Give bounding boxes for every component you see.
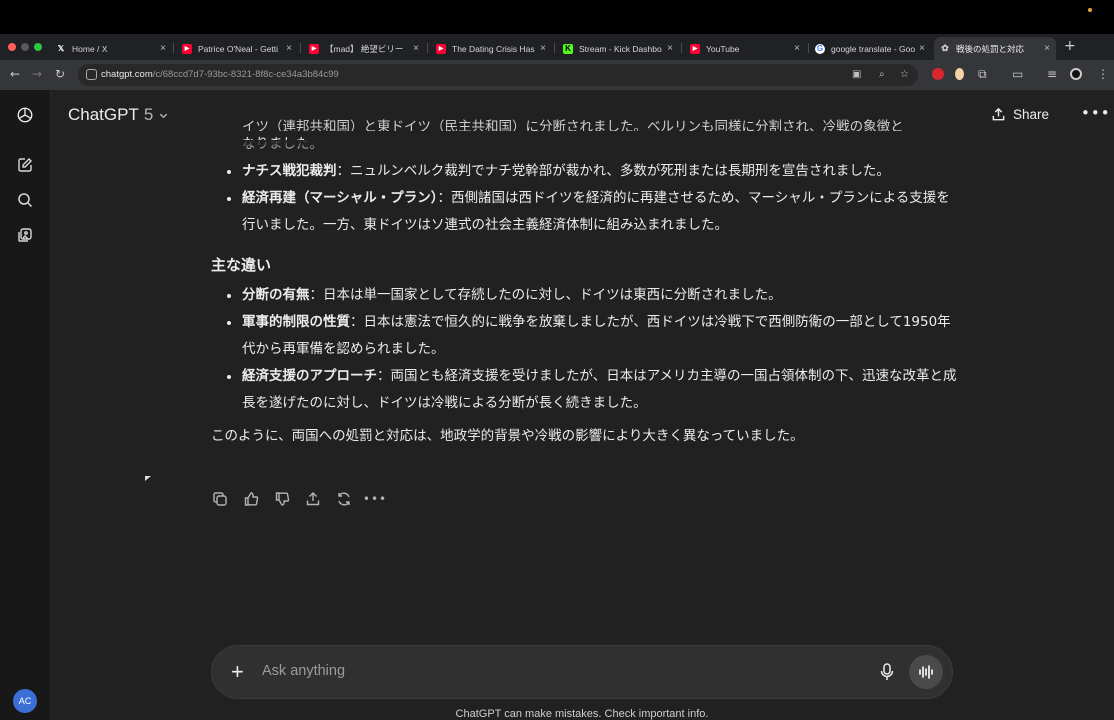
voice-mode-button[interactable] xyxy=(909,655,943,689)
regenerate-icon[interactable] xyxy=(335,490,353,508)
close-window-button[interactable] xyxy=(8,43,16,51)
new-tab-button[interactable]: + xyxy=(1064,38,1076,54)
close-tab-icon[interactable]: × xyxy=(919,43,925,54)
extensions-puzzle-icon[interactable]: ⧉ xyxy=(978,67,987,82)
url-host: chatgpt.com xyxy=(101,69,153,80)
share-message-icon[interactable] xyxy=(304,490,322,508)
copy-icon[interactable] xyxy=(211,490,229,508)
back-icon[interactable]: ← xyxy=(10,67,20,81)
library-icon[interactable] xyxy=(16,226,34,244)
tab-chatgpt-active[interactable]: ✿ 戦後の処罰と対応 × xyxy=(934,37,1056,60)
tab-kick-dashboard[interactable]: K Stream - Kick Dashbo × xyxy=(557,37,679,60)
new-chat-icon[interactable] xyxy=(16,156,34,174)
tab-home-x[interactable]: 𝕏 Home / X × xyxy=(50,37,172,60)
site-info-icon[interactable] xyxy=(86,69,97,80)
share-label: Share xyxy=(1013,107,1050,122)
bookmark-star-icon[interactable]: ☆ xyxy=(900,69,909,80)
close-tab-icon[interactable]: × xyxy=(667,43,673,54)
tab-dating-crisis[interactable]: ▶ The Dating Crisis Has × xyxy=(430,37,552,60)
add-attachment-button[interactable]: + xyxy=(231,659,244,685)
mouse-cursor-icon xyxy=(145,476,151,481)
tab-mad[interactable]: ▶ 【mad】 絶望ビリー × xyxy=(303,37,425,60)
close-tab-icon[interactable]: × xyxy=(794,43,800,54)
youtube-icon: ▶ xyxy=(309,43,319,54)
status-dot xyxy=(1088,8,1092,12)
disclaimer-text: ChatGPT can make mistakes. Check importa… xyxy=(455,708,709,720)
search-icon[interactable] xyxy=(16,191,34,209)
conclusion-paragraph: このように、両国への処罰と対応は、地政学的背景や冷戦の影響により大きく異なってい… xyxy=(211,428,804,444)
extension-egg-icon[interactable] xyxy=(955,68,964,80)
prompt-input[interactable] xyxy=(262,663,842,679)
tab-youtube[interactable]: ▶ YouTube × xyxy=(684,37,806,60)
tab-patrice-oneal[interactable]: ▶ Patrice O'Neal - Getti × xyxy=(176,37,298,60)
more-options-icon[interactable]: ••• xyxy=(1081,104,1111,122)
youtube-icon: ▶ xyxy=(436,43,446,54)
assistant-message: イツ（連邦共和国）と東ドイツ（民主共和国）に分断されました。ベルリンも同様に分割… xyxy=(211,119,961,450)
google-icon: G xyxy=(815,43,825,54)
model-name: ChatGPT xyxy=(68,105,139,124)
close-tab-icon[interactable]: × xyxy=(286,43,292,54)
tab-strip: 𝕏 Home / X × ▶ Patrice O'Neal - Getti × … xyxy=(0,34,1114,60)
close-tab-icon[interactable]: × xyxy=(540,43,546,54)
close-tab-icon[interactable]: × xyxy=(413,43,419,54)
germany-bullet-list: ナチス戦犯裁判：ニュルンベルク裁判でナチ党幹部が裁かれ、多数が死刑または長期刑を… xyxy=(211,158,961,239)
model-selector[interactable]: ChatGPT 5 xyxy=(68,105,169,125)
microphone-icon[interactable] xyxy=(879,662,895,682)
youtube-icon: ▶ xyxy=(690,43,700,54)
translate-page-icon[interactable]: ▣ xyxy=(852,69,861,80)
x-logo-icon: 𝕏 xyxy=(57,44,65,53)
model-version: 5 xyxy=(143,105,154,124)
list-item: 軍事的制限の性質：日本は憲法で恒久的に戦争を放棄しましたが、西ドイツは冷戦下で西… xyxy=(227,309,961,363)
chevron-down-icon xyxy=(160,113,168,118)
chatgpt-icon: ✿ xyxy=(941,43,949,53)
media-controls-icon[interactable]: ≡ xyxy=(1047,67,1057,81)
forward-icon[interactable]: → xyxy=(32,67,42,81)
thumbs-up-icon[interactable] xyxy=(242,490,260,508)
profile-avatar-icon[interactable] xyxy=(1070,68,1082,80)
partial-line-1: イツ（連邦共和国）と東ドイツ（民主共和国）に分断されました。ベルリンも同様に分割… xyxy=(242,119,904,131)
address-toolbar: ← → ↻ chatgpt.com/c/68ccd7d7-93bc-8321-8… xyxy=(0,60,1114,90)
share-icon xyxy=(992,107,1005,121)
section-heading: 主な違い xyxy=(211,256,272,274)
fullscreen-window-button[interactable] xyxy=(34,43,42,51)
more-actions-icon[interactable]: ••• xyxy=(363,490,386,508)
composer: + xyxy=(211,645,953,699)
close-tab-icon[interactable]: × xyxy=(160,43,166,54)
list-item: 経済再建（マーシャル・プラン）：西側諸国は西ドイツを経済的に再建させるため、マー… xyxy=(227,185,961,239)
list-item: 経済支援のアプローチ：両国とも経済支援を受けましたが、日本はアメリカ主導の一国占… xyxy=(227,363,961,417)
message-actions: ••• xyxy=(211,490,386,508)
url-bar[interactable]: chatgpt.com/c/68ccd7d7-93bc-8321-8f8c-ce… xyxy=(78,64,918,86)
openai-logo-icon[interactable] xyxy=(16,106,34,124)
browser-menu-icon[interactable]: ⋮ xyxy=(1097,67,1109,81)
thumbs-down-icon[interactable] xyxy=(273,490,291,508)
share-button[interactable]: Share xyxy=(991,107,1049,122)
close-tab-icon[interactable]: × xyxy=(1044,43,1050,54)
waveform-icon xyxy=(919,665,933,679)
list-item: 分断の有無：日本は単一国家として存続したのに対し、ドイツは東西に分断されました。 xyxy=(227,282,961,309)
extension-red-icon[interactable] xyxy=(932,68,944,80)
youtube-icon: ▶ xyxy=(182,43,192,54)
reload-icon[interactable]: ↻ xyxy=(55,67,65,81)
minimize-window-button[interactable] xyxy=(21,43,29,51)
tab-google-translate[interactable]: G google translate - Goo × xyxy=(809,37,931,60)
side-panel-icon[interactable]: ▭ xyxy=(1012,67,1023,81)
list-item: ナチス戦犯裁判：ニュルンベルク裁判でナチ党幹部が裁かれ、多数が死刑または長期刑を… xyxy=(227,158,961,185)
url-path: /c/68ccd7d7-93bc-8321-8f8c-ce34a3b84c99 xyxy=(152,69,339,80)
menu-bar xyxy=(0,0,1114,34)
chatgpt-app: AC ChatGPT 5 Share ••• イツ（連邦共和国）と東ドイツ（民主… xyxy=(0,90,1114,720)
zoom-icon[interactable]: ⌕ xyxy=(879,69,885,80)
kick-icon: K xyxy=(563,43,573,54)
differences-bullet-list: 分断の有無：日本は単一国家として存続したのに対し、ドイツは東西に分断されました。… xyxy=(211,282,961,417)
sidebar: AC xyxy=(0,90,51,720)
